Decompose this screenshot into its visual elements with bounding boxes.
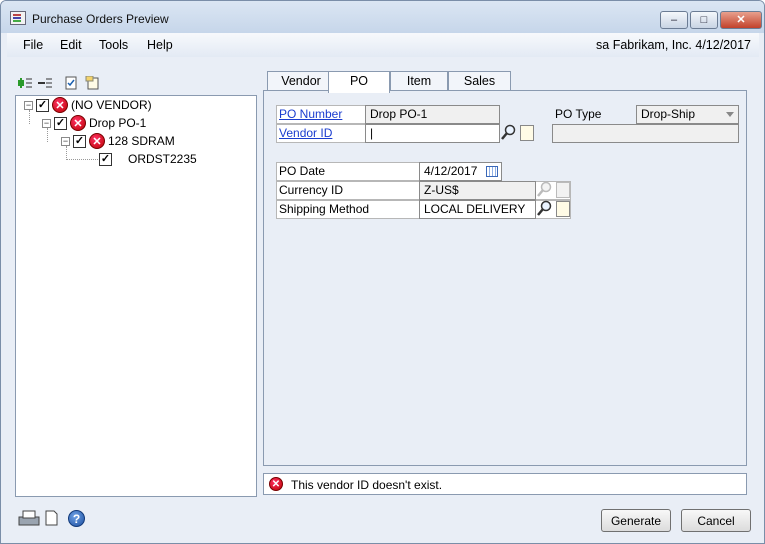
error-x-icon: ✕ [52, 97, 68, 113]
maximize-button[interactable]: □ [690, 11, 718, 29]
close-button[interactable]: ✕ [720, 11, 762, 29]
po-type-select[interactable]: Drop-Ship [636, 105, 739, 124]
help-icon[interactable]: ? [68, 510, 85, 527]
new-vendor-icon[interactable] [520, 125, 534, 141]
po-type-label: PO Type [555, 107, 602, 121]
tab-po[interactable]: PO [328, 71, 390, 93]
expand-all-icon[interactable] [17, 76, 33, 90]
tab-item[interactable]: Item [390, 71, 448, 91]
tree-item-sdram[interactable]: − ✓ ✕ 128 SDRAM [61, 132, 175, 150]
po-date-label: PO Date [279, 164, 326, 178]
minimize-button[interactable]: – [660, 11, 688, 29]
po-number-field: Drop PO-1 [365, 105, 500, 124]
po-number-label[interactable]: PO Number [276, 105, 342, 124]
menu-bar: File Edit Tools Help sa Fabrikam, Inc. 4… [7, 33, 759, 57]
po-type-value: Drop-Ship [641, 107, 696, 121]
currency-lookup-icon [537, 181, 552, 197]
po-tab-panel [263, 90, 747, 466]
cancel-button[interactable]: Cancel [681, 509, 751, 532]
shipping-lookup-icon[interactable] [537, 200, 553, 217]
menu-file[interactable]: File [23, 38, 43, 52]
document-icon[interactable] [43, 509, 59, 527]
shipping-method-input[interactable]: LOCAL DELIVERY [419, 200, 536, 219]
collapse-toggle[interactable]: − [24, 100, 33, 110]
currency-id-label: Currency ID [279, 183, 344, 197]
app-icon [10, 11, 26, 25]
mark-all-icon[interactable] [65, 76, 81, 90]
error-x-icon: ✕ [70, 115, 86, 131]
unmark-all-icon[interactable] [85, 76, 101, 90]
window-title: Purchase Orders Preview [32, 12, 169, 26]
menu-help[interactable]: Help [147, 38, 173, 52]
vendor-name-field [552, 124, 739, 143]
chevron-down-icon [726, 112, 734, 117]
purchase-orders-preview-window: Purchase Orders Preview – □ ✕ File Edit … [0, 0, 765, 544]
vendor-lookup-icon[interactable] [501, 124, 517, 141]
user-company-date: sa Fabrikam, Inc. 4/12/2017 [596, 38, 751, 52]
vendor-id-input[interactable]: | [365, 124, 500, 143]
tree-view: − ✓ ✕ (NO VENDOR) − ✓ ✕ Drop PO-1 − ✓ ✕ … [15, 95, 257, 497]
error-x-icon: ✕ [89, 133, 105, 149]
tree-checkbox[interactable]: ✓ [73, 134, 86, 148]
bottom-bar: ? Generate Cancel [1, 501, 764, 543]
tree-checkbox[interactable]: ✓ [54, 116, 67, 130]
tab-sales[interactable]: Sales [448, 71, 511, 91]
collapse-all-icon[interactable] [37, 76, 53, 90]
tree-item-label: ORDST2235 [128, 152, 197, 166]
status-message: This vendor ID doesn't exist. [291, 478, 443, 492]
menu-tools[interactable]: Tools [99, 38, 128, 52]
shipping-method-label: Shipping Method [279, 202, 370, 216]
status-bar: ✕ This vendor ID doesn't exist. [263, 473, 747, 495]
tree-item-label: Drop PO-1 [89, 116, 147, 130]
calendar-icon[interactable] [486, 166, 498, 177]
title-bar: Purchase Orders Preview – □ ✕ [1, 1, 764, 33]
collapse-toggle[interactable]: − [61, 136, 70, 146]
tree-item-no-vendor[interactable]: − ✓ ✕ (NO VENDOR) [24, 96, 152, 114]
tree-item-label: (NO VENDOR) [71, 98, 152, 112]
po-date-value: 4/12/2017 [424, 164, 478, 178]
currency-id-field: Z-US$ [419, 181, 536, 200]
po-date-input[interactable]: 4/12/2017 [419, 162, 502, 181]
menu-edit[interactable]: Edit [60, 38, 82, 52]
new-shipping-method-icon[interactable] [556, 201, 570, 217]
error-x-icon: ✕ [269, 477, 283, 491]
tree-item-label: 128 SDRAM [108, 134, 175, 148]
printer-icon[interactable] [17, 509, 41, 527]
vendor-id-label[interactable]: Vendor ID [276, 124, 332, 143]
collapse-toggle[interactable]: − [42, 118, 51, 128]
tab-vendor[interactable]: Vendor [267, 71, 335, 91]
tree-item-drop-po[interactable]: − ✓ ✕ Drop PO-1 [42, 114, 146, 132]
tree-checkbox[interactable]: ✓ [99, 152, 112, 166]
tree-toolbar [15, 73, 257, 95]
tree-checkbox[interactable]: ✓ [36, 98, 49, 112]
tree-item-sales-order[interactable]: ✓ ORDST2235 [99, 150, 197, 168]
new-currency-icon [556, 182, 570, 198]
generate-button[interactable]: Generate [601, 509, 671, 532]
